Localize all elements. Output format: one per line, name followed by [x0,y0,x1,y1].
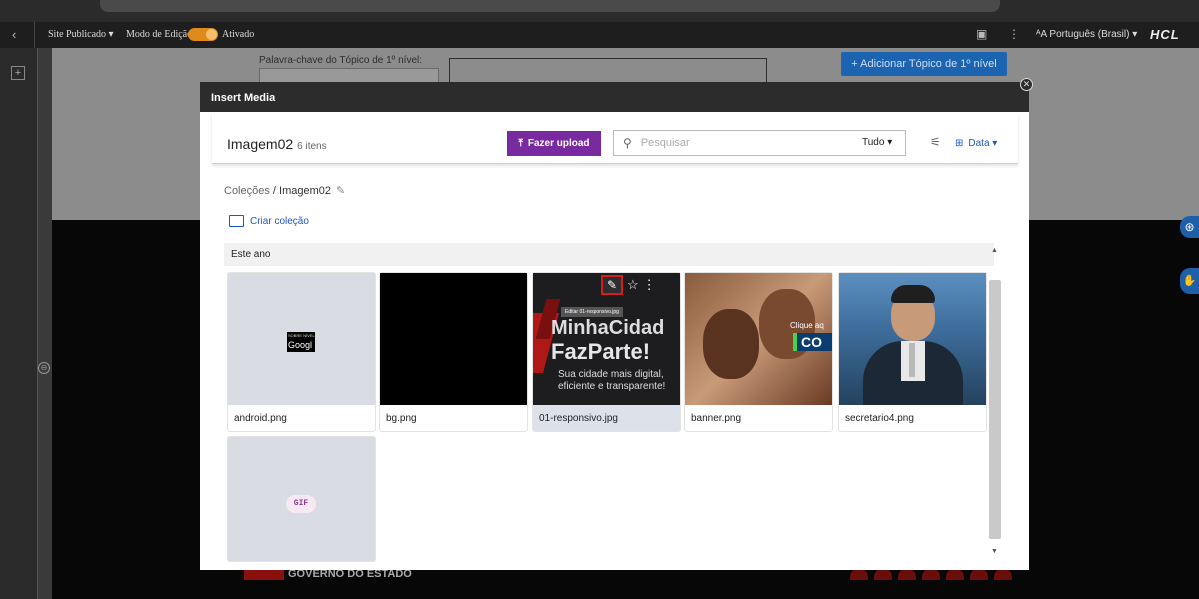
group-header: Este ano [224,243,994,266]
media-card-banner[interactable]: Clique aq CO banner.png [685,273,832,431]
scrollbar-thumb[interactable] [989,280,1001,539]
filter-settings-icon[interactable]: ⚟ [930,135,941,149]
edit-mode-label: Modo de Edição: [126,29,195,40]
media-thumbnail: SOBRE NÍVEL Googl [228,273,375,405]
group-header-label: Este ano [231,249,271,260]
close-icon[interactable]: ✕ [1020,78,1033,91]
collapse-icon[interactable]: ⊖ [38,362,50,374]
editor-toolbar: ‹ Site Publicado ▾ Modo de Edição: Ativa… [0,22,1199,48]
item-count: 6 itens [297,141,327,152]
create-collection-button[interactable]: Criar coleção [229,215,309,227]
thumbnail-small-text: SOBRE NÍVEL [288,333,315,338]
search-icon: ⚲ [623,136,632,150]
thumbnail-figure [891,285,935,303]
edit-mode-state: Ativado [222,29,255,40]
calendar-icon[interactable]: ▣ [976,27,987,41]
back-icon[interactable]: ‹ [12,27,16,42]
breadcrumb-separator: / [269,185,280,197]
keyword-field-label: Palavra-chave do Tópico de 1º nível: [259,55,423,66]
type-filter-dropdown[interactable]: Tudo ▾ [862,137,892,148]
scroll-up-icon[interactable]: ▲ [991,247,998,254]
media-thumbnail: MinhaCidad FazParte! Sua cidade mais dig… [533,273,680,405]
upload-button[interactable]: ⤒ Fazer upload [507,131,601,156]
grid-view-icon: ⊞ [955,138,964,149]
media-thumbnail [380,273,527,405]
accessibility-icon[interactable]: ⊛ [1180,216,1199,238]
edit-icon[interactable]: ✎ [601,275,623,295]
browser-tab-area [100,0,1000,12]
insert-media-dialog: Imagem026 itens ⤒ Fazer upload ⚲ Tudo ▾ … [200,112,1029,570]
rename-collection-icon[interactable]: ✎ [336,185,345,197]
upload-button-label: Fazer upload [527,138,590,149]
add-topic-button: + Adicionar Tópico de 1º nível [841,52,1007,76]
media-filename: banner.png [691,413,742,424]
media-thumbnail: GIF [228,437,375,561]
media-thumbnail [839,273,986,405]
left-rail: + [0,48,37,599]
create-collection-label: Criar coleção [250,215,309,227]
language-selector[interactable]: ᴬA Português (Brasil) ▾ [1036,29,1137,40]
search-input[interactable] [640,137,821,149]
media-thumbnail: Clique aq CO [685,273,832,405]
site-status-dropdown[interactable]: Site Publicado ▾ [48,29,114,40]
media-card-android[interactable]: SOBRE NÍVEL Googl android.png [228,273,375,431]
sort-label: Data ▾ [968,138,998,149]
thumbnail-microphone [909,343,915,377]
media-filename: 01-responsivo.jpg [533,405,680,431]
sign-language-icon[interactable]: ✋ [1180,268,1199,294]
folder-add-icon [229,215,244,227]
thumbnail-tagline-line: Sua cidade mais digital, [558,369,664,380]
media-card-gif[interactable]: GIF [228,437,375,561]
favorite-star-icon[interactable]: ☆ [627,277,639,293]
footer-social-icons [850,568,1018,583]
thumbnail-cta: CO [793,333,832,351]
media-card-secretario4[interactable]: secretario4.png [839,273,986,431]
card-more-icon[interactable]: ⋮ [643,277,656,293]
modal-title-bar: Insert Media [200,82,1029,112]
browser-top-strip [0,0,1199,22]
thumbnail-tagline-line: eficiente e transparente! [558,381,666,392]
edit-mode-toggle[interactable] [188,28,218,41]
upload-icon: ⤒ [518,138,523,149]
thumbnail-headline: FazParte! [551,339,651,364]
sort-dropdown[interactable]: ⊞ Data ▾ [955,138,997,149]
dialog-header: Imagem026 itens ⤒ Fazer upload ⚲ Tudo ▾ … [212,112,1018,164]
thumbnail-logo: SOBRE NÍVEL Googl [287,332,315,352]
edit-tooltip: Editar 01-responsivo.jpg [561,307,623,317]
more-options-icon[interactable]: ⋮ [1008,27,1020,41]
media-card-bg[interactable]: bg.png [380,273,527,431]
breadcrumb-collections-link[interactable]: Coleções [224,185,270,197]
toolbar-divider [34,22,35,48]
gif-badge: GIF [286,495,316,513]
media-card-responsivo[interactable]: MinhaCidad FazParte! Sua cidade mais dig… [533,273,680,431]
collection-name: Imagem02 [227,136,294,152]
thumbnail-headline: MinhaCidad [551,317,665,339]
brand-logo: HCL [1150,27,1180,42]
thumbnail-cta-small: Clique aq [790,321,824,330]
card-actions: ✎ ☆ ⋮ [601,275,656,295]
breadcrumb-current: Imagem02 [279,185,332,197]
media-filename: android.png [234,413,287,424]
rail-divider [37,48,38,599]
thumbnail-tagline: Sua cidade mais digital, eficiente e tran… [558,369,665,393]
scroll-down-icon[interactable]: ▼ [991,548,998,555]
breadcrumb: Coleções / Imagem02 ✎ [224,184,345,197]
thumbnail-text: Googl [288,340,313,350]
thumbnail-figure [703,309,759,379]
modal-title: Insert Media [211,92,276,104]
add-panel-icon[interactable]: + [11,66,25,80]
media-filename: secretario4.png [845,413,914,424]
media-filename: bg.png [386,413,417,424]
collection-title: Imagem02 6 itens [227,136,327,152]
